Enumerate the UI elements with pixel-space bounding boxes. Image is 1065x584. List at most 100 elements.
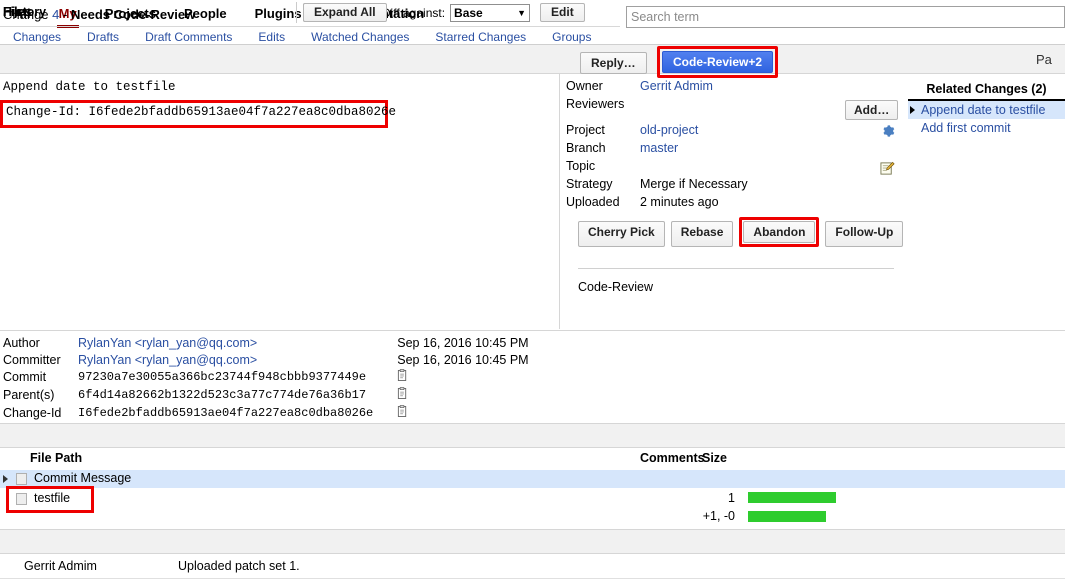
chevron-down-icon: ▼ <box>517 7 527 18</box>
commit-subject: Append date to testfile <box>3 80 176 94</box>
edit-button[interactable]: Edit <box>540 3 585 22</box>
rebase-button[interactable]: Rebase <box>670 221 734 247</box>
sub-item-groups[interactable]: Groups <box>539 30 604 44</box>
committer-date: Sep 16, 2016 10:45 PM <box>397 353 529 367</box>
related-change-item-0[interactable]: Append date to testfile <box>908 101 1065 119</box>
committer-link[interactable]: RylanYan <rylan_yan@qq.com> <box>78 353 257 367</box>
change-id-line: Change-Id: I6fede2bfaddb65913ae04f7a227e… <box>6 105 397 119</box>
file-comment-count: 1 <box>728 491 735 505</box>
column-header-file-path: File Path <box>30 451 83 465</box>
abandon-highlight-box: Abandon <box>739 217 820 247</box>
diff-against-value: Base <box>454 5 483 20</box>
diff-against-select[interactable]: Base ▼ <box>450 3 531 22</box>
author-date: Sep 16, 2016 10:45 PM <box>397 336 529 350</box>
info-row-strategy: Strategy Merge if Necessary <box>566 176 748 194</box>
info-spacer <box>566 114 748 122</box>
parents-label: Parent(s) <box>3 388 55 402</box>
commit-sha: 97230a7e30055a366bc23744f948cbbb9377449e <box>78 370 367 384</box>
column-header-size: Size <box>702 451 728 465</box>
gear-icon[interactable] <box>881 124 895 141</box>
menu-divider <box>0 26 620 27</box>
change-info-panel: Owner Gerrit Admim Reviewers Project old… <box>566 78 906 212</box>
column-header-comments: Comments <box>640 451 705 465</box>
expand-all-button[interactable]: Expand All <box>303 3 387 22</box>
commit-detail-row-author: Author RylanYan <rylan_yan@qq.com> Sep 1… <box>0 335 529 352</box>
total-size-bar <box>748 511 826 522</box>
info-row-project: Project old-project <box>566 122 748 140</box>
current-change-marker-icon <box>910 106 915 114</box>
change-number[interactable]: 4 <box>52 7 59 22</box>
menu-item-label: Plugins <box>254 5 302 21</box>
search-input[interactable] <box>626 6 1065 28</box>
expand-triangle-icon[interactable] <box>3 475 8 483</box>
topic-label: Topic <box>566 159 596 173</box>
changeid-label: Change-Id <box>3 406 62 420</box>
add-reviewer-button[interactable]: Add… <box>845 100 899 120</box>
files-section-header <box>0 423 1065 448</box>
table-row[interactable]: Commit Message <box>0 470 1065 488</box>
commit-details-panel: Author RylanYan <rylan_yan@qq.com> Sep 1… <box>0 330 1065 422</box>
change-dash: - <box>63 7 68 22</box>
related-change-label: Add first commit <box>921 121 1011 135</box>
reviewers-value <box>632 96 748 114</box>
parents-sha: 6f4d14a82662b1322d523c3a77c774de76a36b17 <box>78 388 367 402</box>
file-checkbox[interactable] <box>16 473 27 485</box>
commit-detail-row-parents: Parent(s) 6f4d14a82662b1322d523c3a77c774… <box>0 387 529 405</box>
commit-detail-row-committer: Committer RylanYan <rylan_yan@qq.com> Se… <box>0 352 529 369</box>
project-link[interactable]: old-project <box>640 123 698 137</box>
history-entry[interactable]: Gerrit Admim Uploaded patch set 1. <box>0 557 1065 577</box>
sub-item-drafts[interactable]: Drafts <box>74 30 132 44</box>
reply-button[interactable]: Reply… <box>580 52 647 74</box>
project-label: Project <box>566 123 605 137</box>
related-changes-header: Related Changes (2) <box>908 82 1065 101</box>
related-change-item-1[interactable]: Add first commit <box>908 119 1065 137</box>
info-row-reviewers: Reviewers <box>566 96 748 114</box>
copy-icon[interactable] <box>397 405 408 421</box>
branch-value: master <box>632 140 748 158</box>
changeid-copy-cell <box>397 405 528 423</box>
history-divider <box>0 578 1065 579</box>
committer-value: RylanYan <rylan_yan@qq.com> <box>78 352 397 369</box>
change-actions: Cherry Pick Rebase Abandon Follow-Up <box>578 217 909 247</box>
branch-link[interactable]: master <box>640 141 678 155</box>
file-path-link[interactable]: Commit Message <box>34 471 131 485</box>
info-row-uploaded: Uploaded 2 minutes ago <box>566 194 748 212</box>
table-row[interactable]: testfile 1 <box>0 490 1065 508</box>
sub-item-watched-changes[interactable]: Watched Changes <box>298 30 422 44</box>
reviewers-label: Reviewers <box>566 97 625 111</box>
copy-icon[interactable] <box>397 387 408 403</box>
cherry-pick-button[interactable]: Cherry Pick <box>578 221 665 247</box>
related-changes-panel: Related Changes (2) Append date to testf… <box>908 82 1065 137</box>
author-value: RylanYan <rylan_yan@qq.com> <box>78 335 397 352</box>
author-label: Author <box>3 336 40 350</box>
sub-item-draft-comments[interactable]: Draft Comments <box>132 30 245 44</box>
history-message: Uploaded patch set 1. <box>178 559 300 573</box>
author-link[interactable]: RylanYan <rylan_yan@qq.com> <box>78 336 257 350</box>
commit-label: Commit <box>3 370 47 384</box>
edit-button-wrap: Edit <box>540 3 585 22</box>
sub-item-edits[interactable]: Edits <box>245 30 298 44</box>
code-review-plus2-button[interactable]: Code-Review+2 <box>662 51 774 73</box>
owner-link[interactable]: Gerrit Admim <box>640 79 713 93</box>
strategy-label: Strategy <box>566 177 613 191</box>
info-row-branch: Branch master <box>566 140 748 158</box>
owner-label: Owner <box>566 79 603 93</box>
code-review-highlight-box: Code-Review+2 <box>657 46 779 78</box>
follow-up-button[interactable]: Follow-Up <box>825 221 904 247</box>
gerrit-change-page: All My Projects People Plugins Documenta… <box>0 0 1065 584</box>
search-box <box>626 6 1065 28</box>
changeid-value: I6fede2bfaddb65913ae04f7a227ea8c0dba8026… <box>78 406 374 420</box>
history-title: History <box>3 5 47 19</box>
testfile-highlight-box <box>6 486 94 513</box>
owner-value: Gerrit Admim <box>632 78 748 96</box>
sub-item-changes[interactable]: Changes <box>0 30 74 44</box>
copy-icon[interactable] <box>397 369 408 385</box>
change-info-table: Owner Gerrit Admim Reviewers Project old… <box>566 78 748 212</box>
sub-item-starred-changes[interactable]: Starred Changes <box>422 30 539 44</box>
diff-against-label: Diff against: <box>381 5 446 20</box>
edit-topic-icon[interactable] <box>880 161 895 179</box>
change-status: Needs Code-Review <box>71 7 196 22</box>
abandon-button[interactable]: Abandon <box>743 221 816 243</box>
patch-sets-label[interactable]: Pa <box>1036 52 1064 67</box>
topic-value <box>632 158 748 176</box>
